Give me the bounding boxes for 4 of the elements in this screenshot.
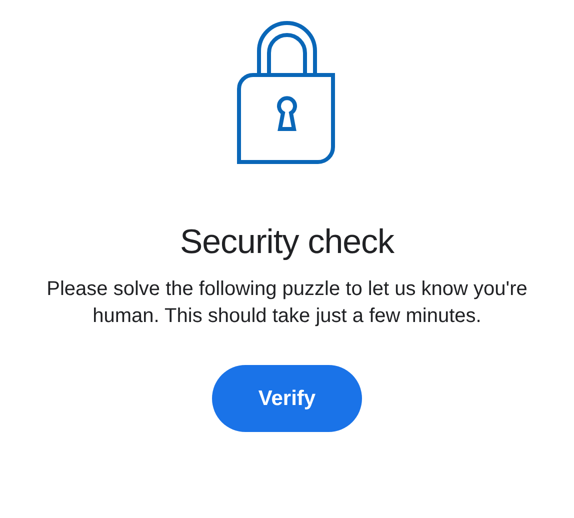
instruction-text: Please solve the following puzzle to let us know you're human. This should take just a few minutes. xyxy=(46,277,528,329)
padlock-icon xyxy=(237,19,337,164)
page-title: Security check xyxy=(180,222,394,262)
verify-button[interactable]: Verify xyxy=(212,365,362,432)
